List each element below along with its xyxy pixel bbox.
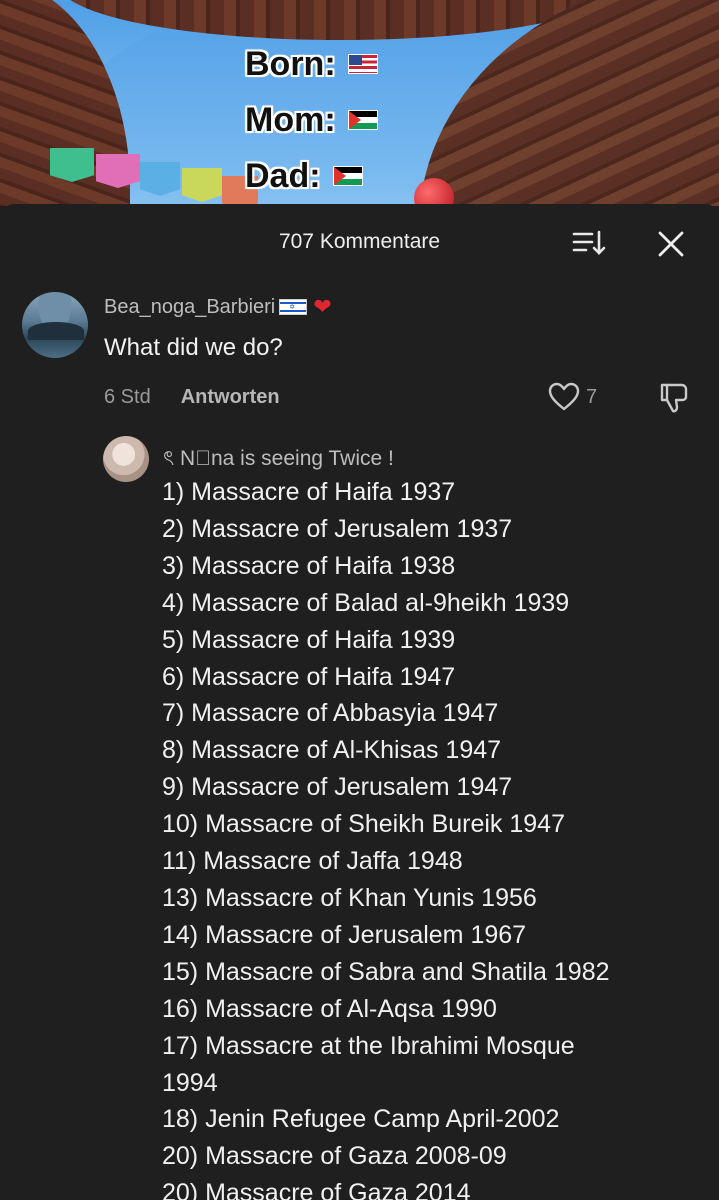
- like-count: 7: [586, 385, 598, 408]
- avatar[interactable]: [103, 436, 149, 482]
- palestine-flag-icon: [347, 110, 378, 130]
- sort-button[interactable]: [570, 228, 610, 258]
- comment-text: What did we do?: [104, 334, 283, 361]
- comments-header: 707 Kommentare: [0, 204, 719, 280]
- reply-line: 20) Massacre of Gaza 2008-09: [162, 1142, 507, 1171]
- papel-picado-banner: [50, 148, 94, 182]
- close-icon: [658, 231, 684, 257]
- papel-picado-banner: [182, 168, 222, 202]
- caption-label: Mom:: [245, 101, 336, 139]
- papel-picado-banner: [140, 162, 180, 196]
- reply-line: 6) Massacre of Haifa 1947: [162, 662, 456, 691]
- reply-line: 8) Massacre of Al-Khisas 1947: [162, 736, 502, 765]
- comments-sheet: 707 Kommentare Bea_noga_Barbieri ✡ ❤ Wha…: [0, 204, 719, 1200]
- reply-line: 10) Massacre of Sheikh Bureik 1947: [162, 810, 565, 839]
- username-text: Bea_noga_Barbieri: [104, 295, 276, 318]
- reply-line: 2) Massacre of Jerusalem 1937: [162, 514, 513, 543]
- reply-line: 9) Massacre of Jerusalem 1947: [162, 773, 513, 802]
- comment-count: 707 Kommentare: [278, 230, 441, 253]
- video-caption: Born: Mom: Dad:: [245, 36, 378, 204]
- video-background[interactable]: Born: Mom: Dad:: [0, 0, 719, 206]
- reply-line: 17) Massacre at the Ibrahimi Mosque: [162, 1031, 575, 1060]
- papel-picado-banner: [96, 154, 140, 188]
- caption-label: Dad:: [245, 157, 321, 195]
- reply-line: 7) Massacre of Abbasyia 1947: [162, 699, 499, 728]
- caption-line-dad: Dad:: [245, 148, 378, 204]
- reply-line: 1994: [162, 1068, 218, 1097]
- us-flag-icon: [347, 54, 378, 74]
- close-button[interactable]: [653, 226, 689, 262]
- reply-line: 14) Massacre of Jerusalem 1967: [162, 920, 527, 949]
- caption-line-born: Born:: [245, 36, 378, 92]
- reply-line: 13) Massacre of Khan Yunis 1956: [162, 883, 537, 912]
- reply-username[interactable]: ৎ N⃣na is seeing Twice !: [163, 442, 394, 477]
- red-heart-icon: ❤: [313, 294, 332, 319]
- reply-line: 20) Massacre of Gaza 2014: [162, 1179, 471, 1200]
- reply-line: 5) Massacre of Haifa 1939: [162, 625, 456, 654]
- dislike-button[interactable]: [656, 380, 692, 416]
- reply-line: 1) Massacre of Haifa 1937: [162, 478, 456, 506]
- palestine-flag-icon: [332, 166, 363, 186]
- heart-outline-icon: [548, 382, 580, 411]
- reply-line: 3) Massacre of Haifa 1938: [162, 551, 456, 580]
- israel-flag-icon: ✡: [279, 299, 308, 315]
- reply-line: 11) Massacre of Jaffa 1948: [162, 847, 463, 876]
- comment-meta: 6 Std Antworten: [104, 386, 280, 409]
- comment-username[interactable]: Bea_noga_Barbieri ✡ ❤: [104, 294, 332, 320]
- reply-line: 15) Massacre of Sabra and Shatila 1982: [162, 957, 610, 986]
- thumbs-down-icon: [660, 383, 688, 413]
- sort-icon: [572, 230, 606, 255]
- caption-label: Born:: [245, 45, 336, 83]
- reply-line: 4) Massacre of Balad al-9heikh 1939: [162, 588, 570, 617]
- like-button[interactable]: 7: [548, 382, 597, 412]
- comment-time: 6 Std: [104, 386, 151, 408]
- reply-text: 1) Massacre of Haifa 1937 2) Massacre of…: [162, 474, 702, 1200]
- reply-line: 18) Jenin Refugee Camp April-2002: [162, 1105, 560, 1134]
- caption-line-mom: Mom:: [245, 92, 378, 148]
- avatar[interactable]: [22, 292, 88, 358]
- reply-button[interactable]: Antworten: [181, 386, 280, 409]
- reply-line: 16) Massacre of Al-Aqsa 1990: [162, 994, 497, 1023]
